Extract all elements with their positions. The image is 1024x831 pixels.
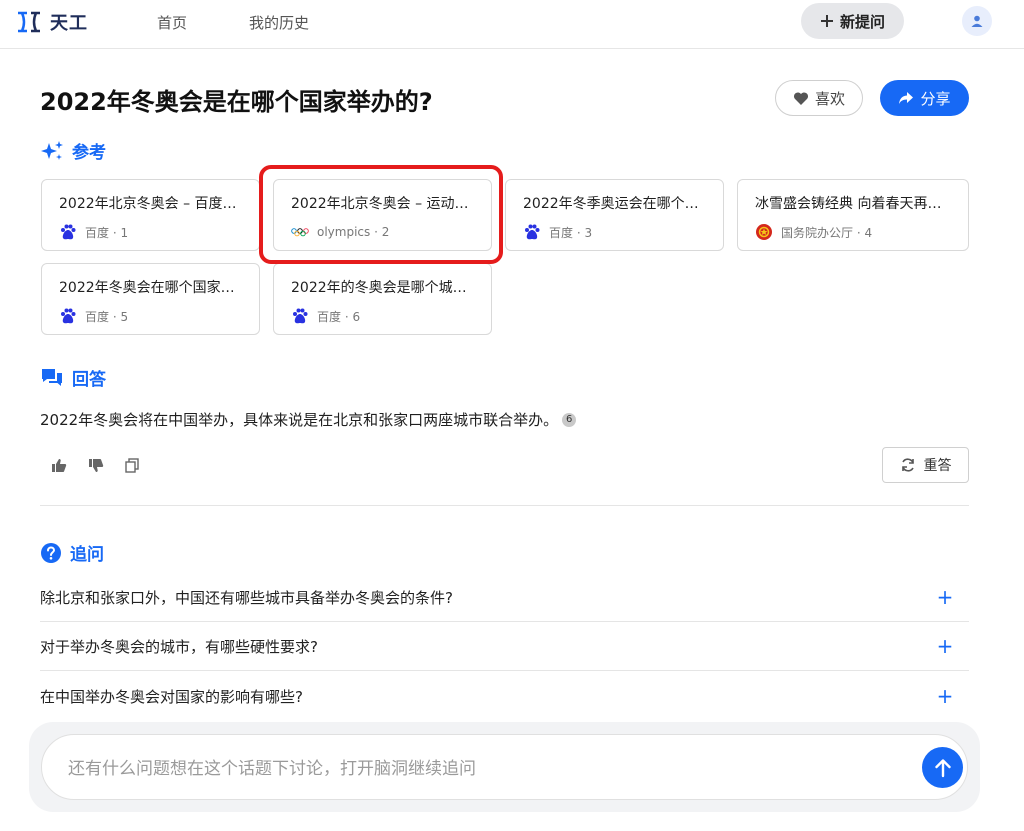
followup-text: 除北京和张家口外，中国还有哪些城市具备举办冬奥会的条件?: [40, 588, 453, 607]
new-question-label: 新提问: [839, 12, 885, 31]
references-heading-label: 参考: [72, 143, 106, 163]
baidu-icon: [59, 223, 77, 241]
share-button[interactable]: 分享: [880, 80, 969, 116]
refresh-icon: [901, 458, 914, 472]
arrow-up-icon: [934, 758, 951, 777]
followup-heading-label: 追问: [70, 545, 104, 565]
main-nav: 首页 我的历史: [157, 12, 309, 33]
nav-home[interactable]: 首页: [157, 12, 187, 33]
thumbs-down-icon[interactable]: [87, 456, 105, 474]
chat-bubbles-icon: [42, 368, 62, 386]
copy-icon[interactable]: [123, 456, 141, 474]
like-button[interactable]: 喜欢: [775, 80, 863, 116]
answer-text: 2022年冬奥会将在中国举办，具体来说是在北京和张家口两座城市联合举办。 6: [40, 409, 577, 430]
plus-icon[interactable]: +: [935, 684, 955, 708]
followup-text: 在中国举办冬奥会对国家的影响有哪些?: [40, 687, 303, 706]
nav-history[interactable]: 我的历史: [249, 12, 309, 33]
reference-title: 2022年北京冬奥会 – 百度…: [59, 196, 237, 212]
answer-heading-label: 回答: [72, 370, 106, 390]
reference-card[interactable]: 2022年冬奥会在哪个国家… 百度 · 5: [41, 263, 260, 335]
page-title: 2022年冬奥会是在哪个国家举办的?: [40, 88, 433, 116]
plus-icon[interactable]: +: [935, 634, 955, 658]
top-bar: 天工 首页 我的历史 新提问: [0, 0, 1024, 49]
citation-badge[interactable]: 6: [562, 412, 577, 427]
app-name: 天工: [50, 13, 88, 34]
reference-source: 国务院办公厅 · 4: [781, 225, 873, 240]
baidu-icon: [523, 223, 541, 241]
followup-item[interactable]: 对于举办冬奥会的城市，有哪些硬性要求? +: [40, 621, 969, 671]
reference-card[interactable]: 2022年冬季奥运会在哪个… 百度 · 3: [505, 179, 724, 251]
sparkle-icon: [41, 140, 63, 160]
olympic-rings-icon: [291, 223, 309, 241]
tiangong-logo-icon: [18, 11, 40, 33]
plus-icon[interactable]: +: [935, 585, 955, 609]
share-arrow-icon: [899, 92, 914, 104]
reference-source: 百度 · 3: [549, 225, 593, 240]
baidu-icon: [59, 307, 77, 325]
new-question-button[interactable]: 新提问: [801, 3, 904, 39]
followup-item[interactable]: 在中国举办冬奥会对国家的影响有哪些? +: [40, 671, 969, 721]
reference-title: 2022年冬季奥运会在哪个…: [523, 196, 699, 212]
heart-icon: [793, 91, 809, 105]
reference-title: 2022年冬奥会在哪个国家…: [59, 280, 235, 296]
reference-title: 2022年的冬奥会是哪个城…: [291, 280, 467, 296]
answer-body: 2022年冬奥会将在中国举办，具体来说是在北京和张家口两座城市联合举办。: [40, 411, 559, 429]
reference-card[interactable]: 2022年北京冬奥会 – 百度… 百度 · 1: [41, 179, 260, 251]
reference-card[interactable]: 2022年的冬奥会是哪个城… 百度 · 6: [273, 263, 492, 335]
followup-text: 对于举办冬奥会的城市，有哪些硬性要求?: [40, 637, 318, 656]
reference-source: olympics · 2: [317, 225, 390, 239]
avatar[interactable]: [962, 6, 992, 36]
user-icon: [971, 15, 983, 27]
references-heading: 参考: [40, 138, 106, 163]
regenerate-label: 重答: [923, 458, 952, 474]
followup-input[interactable]: [66, 755, 890, 783]
followup-heading: 追问: [40, 540, 104, 565]
answer-heading: 回答: [40, 365, 106, 390]
followup-item[interactable]: 除北京和张家口外，中国还有哪些城市具备举办冬奥会的条件? +: [40, 572, 969, 622]
reference-card[interactable]: 2022年北京冬奥会 – 运动… olympics · 2: [273, 179, 492, 251]
reference-title: 冰雪盛会铸经典 向着春天再…: [755, 196, 942, 212]
thumbs-up-icon[interactable]: [50, 456, 68, 474]
reference-source: 百度 · 5: [85, 309, 129, 324]
share-label: 分享: [920, 89, 951, 108]
plus-icon: [820, 15, 833, 27]
reference-card[interactable]: 冰雪盛会铸经典 向着春天再… 国务院办公厅 · 4: [737, 179, 969, 251]
logo[interactable]: 天工: [16, 8, 88, 36]
national-emblem-icon: [755, 223, 773, 241]
composer-box: [41, 734, 968, 800]
regenerate-button[interactable]: 重答: [882, 447, 969, 483]
baidu-icon: [291, 307, 309, 325]
reference-title: 2022年北京冬奥会 – 运动…: [291, 196, 469, 212]
divider: [40, 505, 969, 506]
send-button[interactable]: [922, 747, 963, 788]
composer: [29, 722, 980, 812]
reference-source: 百度 · 1: [85, 225, 129, 240]
question-circle-icon: [41, 542, 61, 563]
like-label: 喜欢: [814, 89, 845, 108]
reference-source: 百度 · 6: [317, 309, 361, 324]
